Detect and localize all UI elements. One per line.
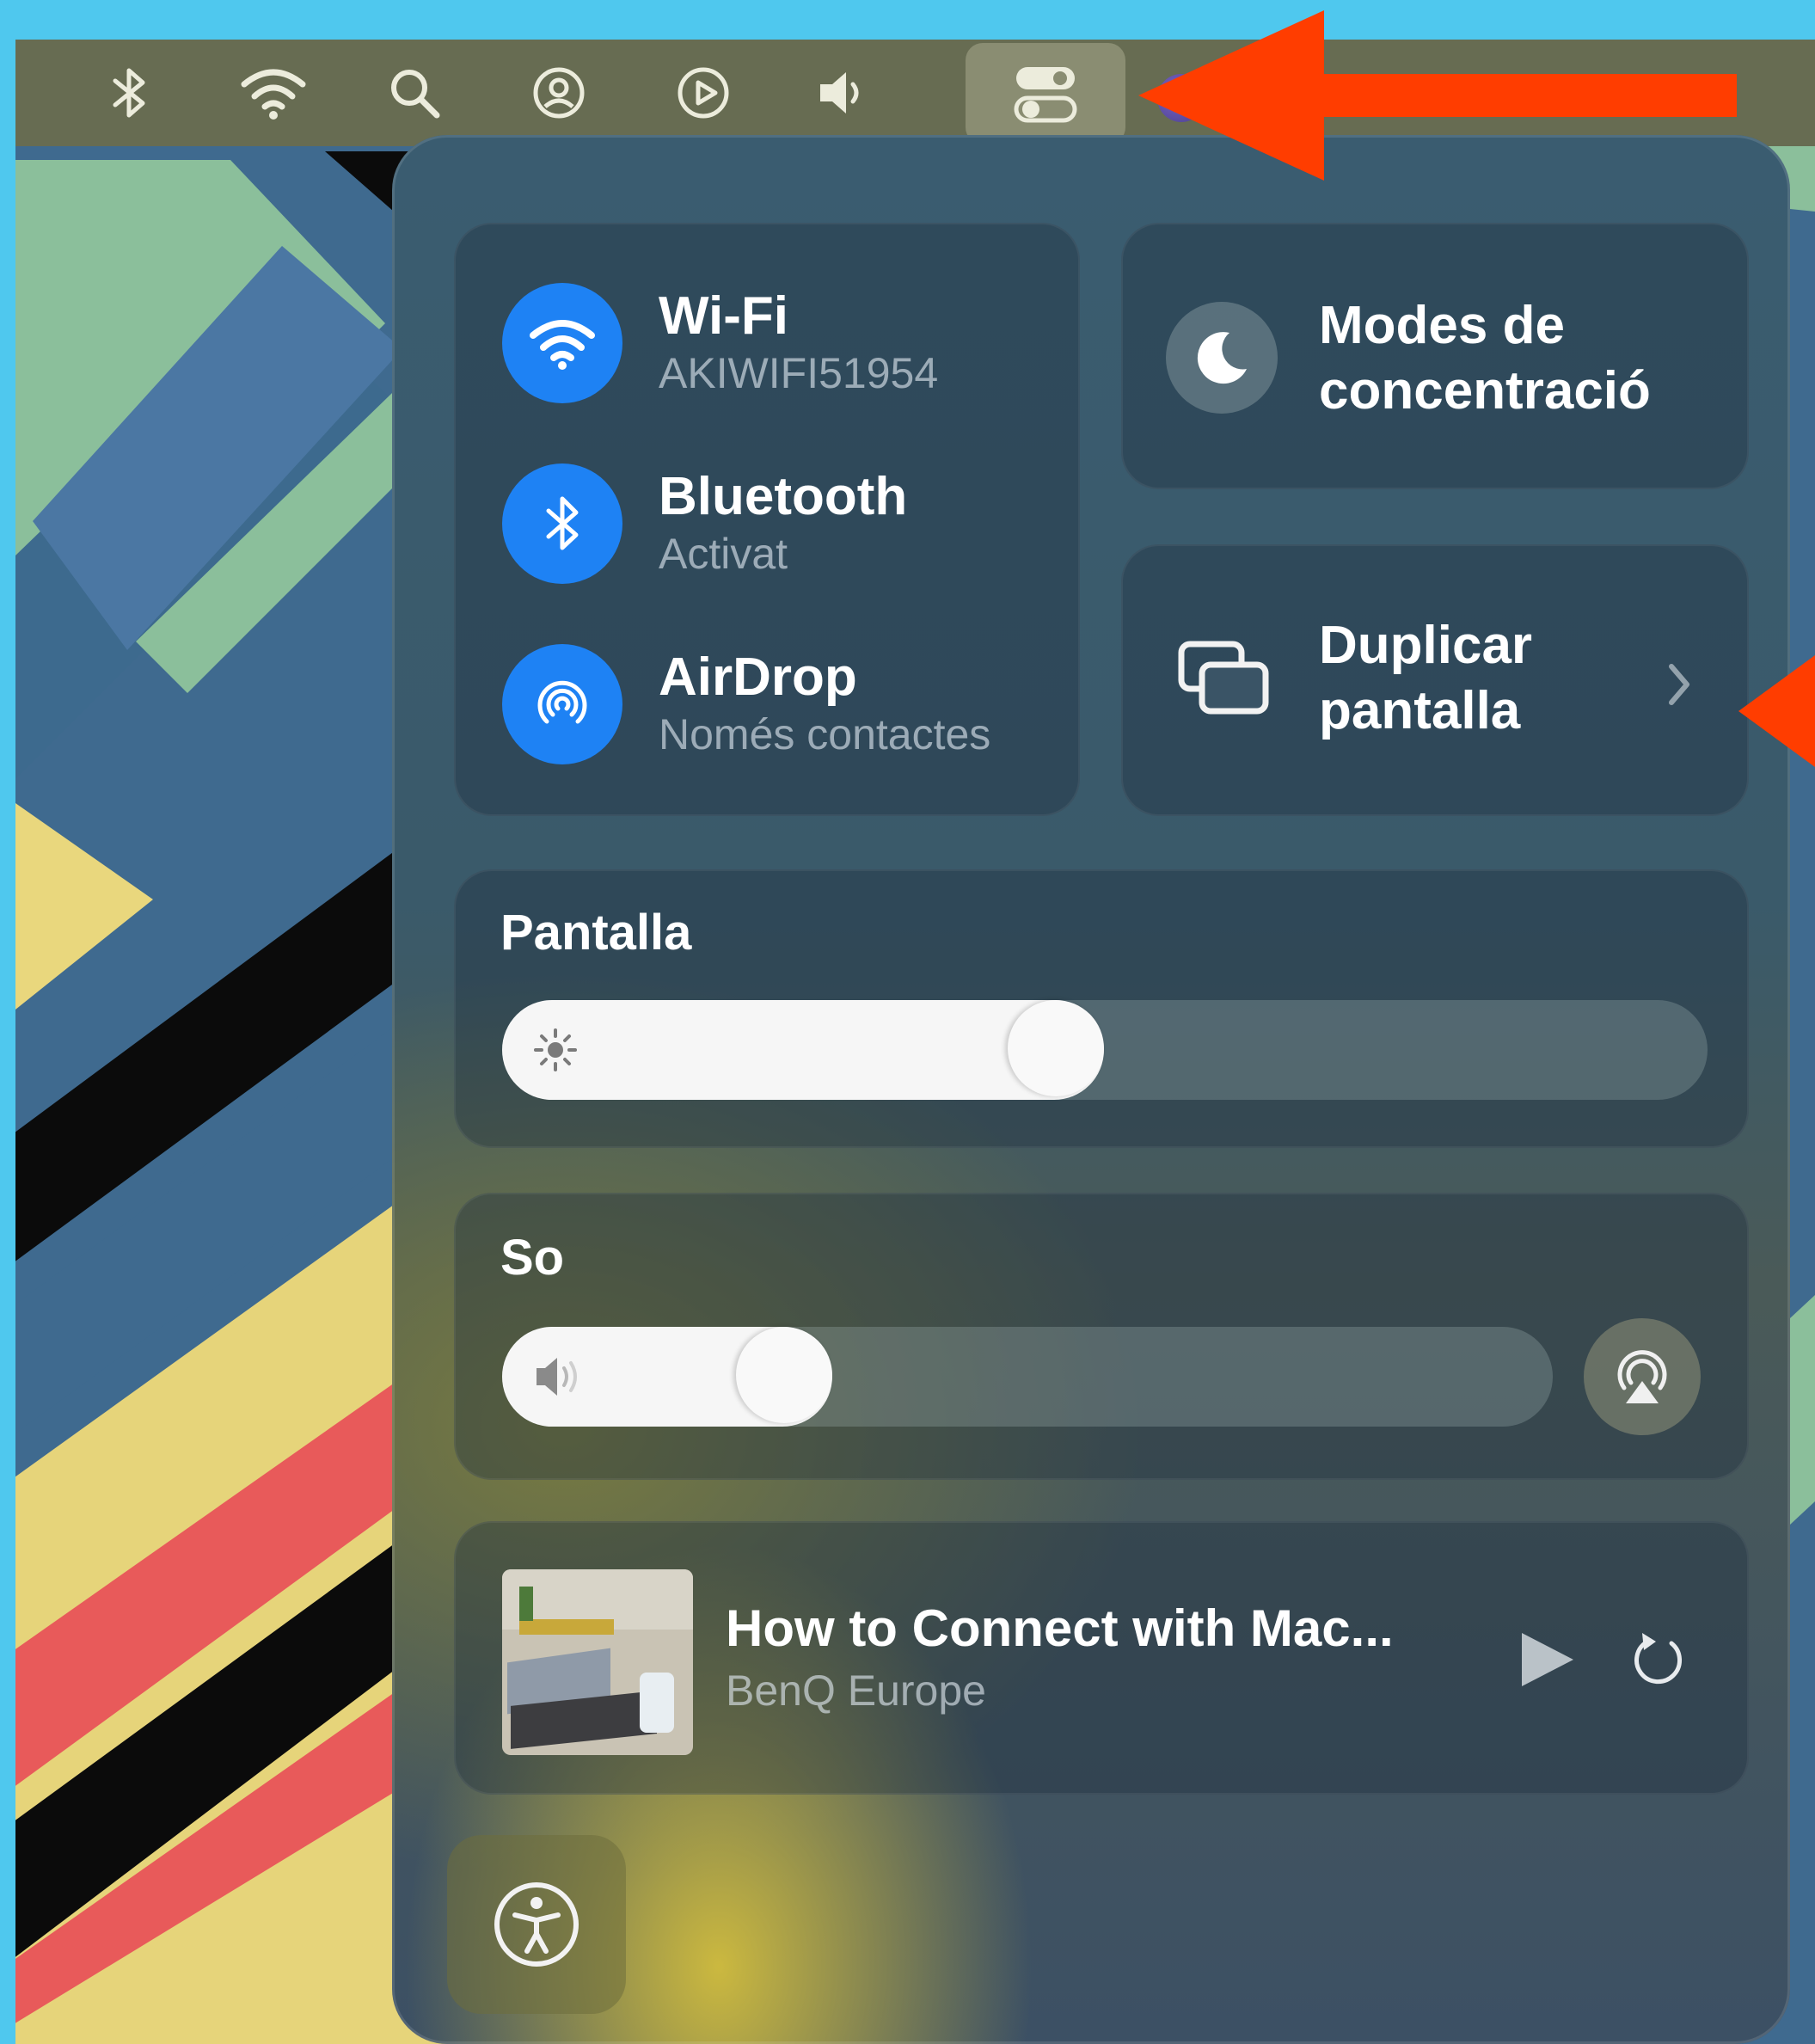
accessibility-icon bbox=[494, 1882, 579, 1967]
play-circle-icon[interactable] bbox=[669, 58, 738, 127]
airdrop-status: Només contactes bbox=[659, 710, 991, 758]
annotation-arrow-control-center bbox=[1138, 10, 1737, 181]
airdrop-toggle-button[interactable] bbox=[502, 644, 622, 764]
wifi-icon[interactable] bbox=[239, 58, 308, 127]
bluetooth-title: Bluetooth bbox=[659, 467, 908, 526]
screen-mirroring-tile[interactable]: Duplicar pantalla bbox=[1121, 544, 1749, 816]
annotation-arrow-screen-mirroring bbox=[1738, 655, 1815, 767]
sound-label: So bbox=[500, 1230, 565, 1286]
mirror-label-line2: pantalla bbox=[1319, 681, 1521, 740]
user-icon[interactable] bbox=[524, 58, 593, 127]
wifi-title: Wi-Fi bbox=[659, 286, 788, 346]
bluetooth-row[interactable]: Bluetooth Activat bbox=[502, 463, 907, 584]
bluetooth-icon[interactable] bbox=[95, 58, 163, 127]
focus-label-line1: Modes de bbox=[1319, 296, 1565, 355]
airdrop-row[interactable]: AirDrop Només contactes bbox=[502, 644, 990, 764]
airplay-audio-button[interactable] bbox=[1584, 1318, 1701, 1435]
control-center-panel: Wi-Fi AKIWIFI51954 Bluetooth Activat Air… bbox=[392, 135, 1790, 2044]
wifi-toggle-button[interactable] bbox=[502, 283, 622, 403]
sun-icon bbox=[534, 1028, 577, 1071]
accessibility-shortcut-button[interactable] bbox=[447, 1835, 626, 2014]
screen-mirroring-icon bbox=[1178, 641, 1269, 715]
play-icon[interactable] bbox=[1517, 1630, 1577, 1690]
connectivity-tile: Wi-Fi AKIWIFI51954 Bluetooth Activat Air… bbox=[454, 223, 1080, 816]
speaker-icon[interactable] bbox=[806, 58, 875, 127]
volume-slider-knob[interactable] bbox=[736, 1327, 832, 1423]
now-playing-artist: BenQ Europe bbox=[726, 1667, 986, 1715]
mirror-label-line1: Duplicar bbox=[1319, 616, 1533, 675]
now-playing-title: How to Connect with Mac... bbox=[726, 1599, 1394, 1657]
search-icon[interactable] bbox=[380, 58, 449, 127]
focus-modes-tile[interactable]: Modes de concentració bbox=[1121, 223, 1749, 489]
bluetooth-status: Activat bbox=[659, 530, 788, 578]
wifi-row[interactable]: Wi-Fi AKIWIFI51954 bbox=[502, 283, 938, 403]
focus-toggle-button[interactable] bbox=[1166, 302, 1278, 414]
wifi-icon bbox=[530, 320, 595, 370]
volume-icon bbox=[537, 1358, 577, 1396]
album-artwork bbox=[502, 1569, 693, 1755]
control-center-icon[interactable] bbox=[966, 43, 1125, 144]
brightness-slider-knob[interactable] bbox=[1008, 1000, 1104, 1096]
sound-tile: So bbox=[454, 1193, 1749, 1480]
bluetooth-icon bbox=[546, 496, 579, 550]
brightness-slider[interactable] bbox=[502, 1000, 1708, 1100]
display-tile: Pantalla bbox=[454, 869, 1749, 1148]
wifi-network-name: AKIWIFI51954 bbox=[659, 349, 939, 397]
moon-icon bbox=[1197, 332, 1247, 384]
display-label: Pantalla bbox=[500, 905, 692, 961]
replay-icon[interactable] bbox=[1628, 1630, 1689, 1690]
chevron-right-icon[interactable] bbox=[1666, 661, 1692, 708]
volume-slider[interactable] bbox=[502, 1327, 1553, 1427]
airplay-audio-icon bbox=[1617, 1350, 1667, 1403]
airdrop-icon bbox=[537, 680, 587, 724]
focus-label-line2: concentració bbox=[1319, 361, 1651, 420]
airdrop-title: AirDrop bbox=[659, 648, 857, 707]
bluetooth-toggle-button[interactable] bbox=[502, 463, 622, 584]
now-playing-tile[interactable]: How to Connect with Mac... BenQ Europe bbox=[454, 1521, 1749, 1795]
